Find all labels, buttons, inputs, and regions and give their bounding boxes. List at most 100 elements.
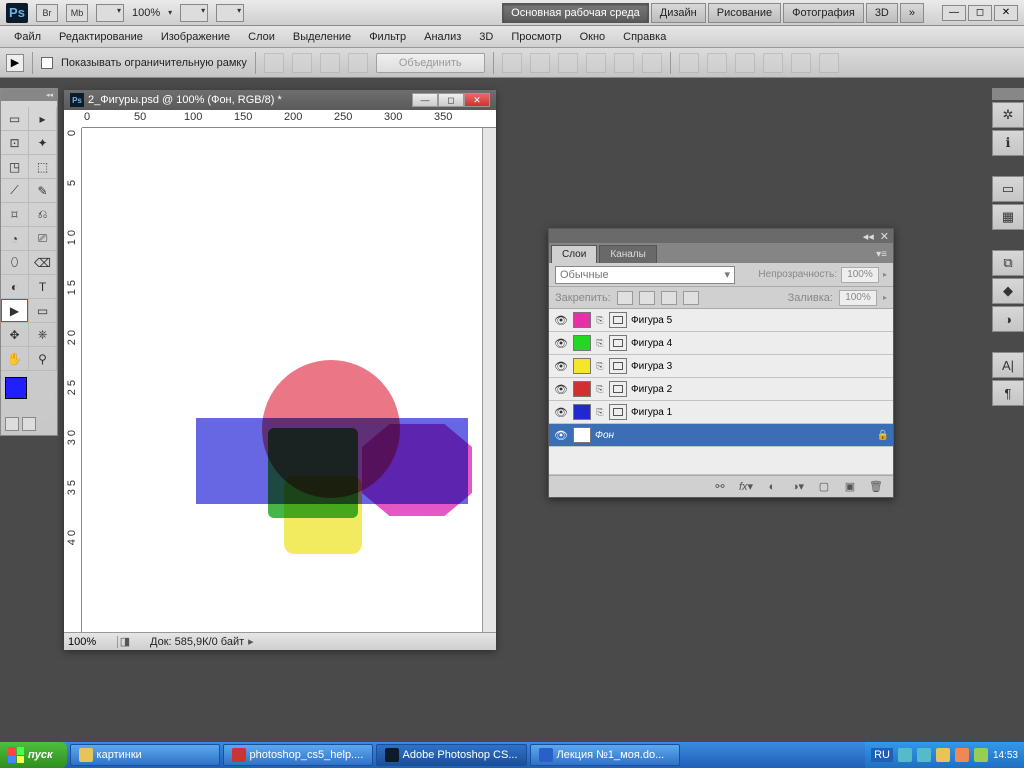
clock[interactable]: 14:53 [993, 750, 1018, 761]
adjustment-layer-icon[interactable]: ◑▾ [789, 479, 807, 495]
align-4[interactable] [586, 53, 606, 73]
doc-close-button[interactable]: ✕ [464, 93, 490, 107]
taskbar-item[interactable]: Лекция №1_моя.do... [530, 744, 680, 766]
vector-mask-thumb[interactable] [609, 335, 627, 351]
vector-mask-thumb[interactable] [609, 404, 627, 420]
trash-icon[interactable]: 🗑 [867, 479, 885, 495]
dist-2[interactable] [707, 53, 727, 73]
panel-collapse-icon[interactable]: ◂◂ [863, 230, 874, 243]
pathop-3[interactable] [320, 53, 340, 73]
dist-4[interactable] [763, 53, 783, 73]
blend-mode-dropdown[interactable]: Обычные [555, 266, 735, 284]
tool-3d[interactable]: ✥ [1, 323, 29, 347]
panel-close-icon[interactable]: ✕ [880, 230, 889, 243]
doc-status-info[interactable]: Док: 585,9К/0 байт [132, 636, 244, 648]
tool-eyedropper[interactable]: ⬚ [29, 155, 57, 179]
tool-wand[interactable]: ✦ [29, 131, 57, 155]
layer-name[interactable]: Фигура 2 [631, 384, 672, 395]
menu-select[interactable]: Выделение [285, 29, 359, 45]
minibridge-button[interactable]: Mb [66, 4, 88, 22]
maximize-button[interactable]: ◻ [968, 5, 992, 21]
menu-3d[interactable]: 3D [471, 29, 501, 45]
tray-icon[interactable] [974, 748, 988, 762]
tab-layers[interactable]: Слои [551, 245, 597, 263]
layer-row[interactable]: 👁 ⎘ Фигура 2 [549, 378, 893, 401]
tool-lasso[interactable]: ⊡ [1, 131, 29, 155]
layer-thumb[interactable] [573, 358, 591, 374]
visibility-icon[interactable]: 👁 [553, 405, 569, 419]
fill-field[interactable]: 100% [839, 290, 877, 306]
navigator-panel-icon[interactable]: ✲ [992, 102, 1024, 128]
doc-status-caret-icon[interactable]: ▸ [248, 635, 254, 648]
menu-edit[interactable]: Редактирование [51, 29, 151, 45]
workspace-photography[interactable]: Фотография [783, 3, 864, 23]
swatches-panel-icon[interactable]: ▦ [992, 204, 1024, 230]
screenmode-button[interactable] [22, 417, 36, 431]
menu-file[interactable]: Файл [6, 29, 49, 45]
doc-maximize-button[interactable]: ◻ [438, 93, 464, 107]
tool-path-select[interactable]: ▶ [1, 299, 29, 323]
tool-move[interactable]: ▭ [1, 107, 29, 131]
fill-caret-icon[interactable]: ▸ [883, 293, 887, 302]
language-indicator[interactable]: RU [871, 748, 893, 762]
close-button[interactable]: ✕ [994, 5, 1018, 21]
link-layers-icon[interactable]: ⚯ [711, 479, 729, 495]
tool-3d-camera[interactable]: ⎈ [29, 323, 57, 347]
arrange-docs-dropdown[interactable] [180, 4, 208, 22]
pathop-2[interactable] [292, 53, 312, 73]
pathop-1[interactable] [264, 53, 284, 73]
tool-pen[interactable]: ◐ [1, 275, 29, 299]
visibility-icon[interactable]: 👁 [553, 359, 569, 373]
visibility-icon[interactable]: 👁 [553, 336, 569, 350]
tool-eraser[interactable]: ◔ [1, 227, 29, 251]
screenmode-dropdown[interactable] [216, 4, 244, 22]
visibility-icon[interactable]: 👁 [553, 428, 569, 442]
layer-thumb[interactable] [573, 335, 591, 351]
tray-icon[interactable] [955, 748, 969, 762]
tool-history[interactable]: ⎌ [29, 203, 57, 227]
horizontal-ruler[interactable]: 0 50 100 150 200 250 300 350 [82, 110, 496, 128]
doc-minimize-button[interactable]: — [412, 93, 438, 107]
workspace-essentials[interactable]: Основная рабочая среда [502, 3, 649, 23]
align-2[interactable] [530, 53, 550, 73]
tool-hand[interactable]: ✋ [1, 347, 29, 371]
layer-thumb[interactable] [573, 427, 591, 443]
taskbar-item[interactable]: картинки [70, 744, 220, 766]
foreground-swatch[interactable] [5, 377, 27, 399]
paragraph-panel-icon[interactable]: ¶ [992, 380, 1024, 406]
start-button[interactable]: пуск [0, 742, 67, 768]
menu-view[interactable]: Просмотр [503, 29, 569, 45]
align-5[interactable] [614, 53, 634, 73]
vertical-scrollbar[interactable] [482, 128, 496, 632]
align-6[interactable] [642, 53, 662, 73]
zoom-caret-icon[interactable]: ▾ [168, 8, 172, 17]
lock-position-icon[interactable] [661, 291, 677, 305]
shape-yellow-square[interactable] [284, 476, 362, 554]
layer-row[interactable]: 👁 ⎘ Фигура 1 [549, 401, 893, 424]
layer-row-background[interactable]: 👁 Фон 🔒 [549, 424, 893, 447]
workspace-painting[interactable]: Рисование [708, 3, 781, 23]
panel-menu-icon[interactable]: ▾≡ [870, 246, 893, 263]
dist-3[interactable] [735, 53, 755, 73]
opacity-caret-icon[interactable]: ▸ [883, 270, 887, 279]
vertical-ruler[interactable]: 0 5 1 0 1 5 2 0 2 5 3 0 3 5 4 0 [64, 128, 82, 632]
tab-channels[interactable]: Каналы [599, 245, 657, 263]
canvas[interactable] [82, 128, 482, 632]
tool-gradient[interactable]: ⎚ [29, 227, 57, 251]
tray-icon[interactable] [936, 748, 950, 762]
menu-analysis[interactable]: Анализ [416, 29, 469, 45]
vector-mask-thumb[interactable] [609, 312, 627, 328]
tool-dodge[interactable]: ⌫ [29, 251, 57, 275]
tray-icon[interactable] [917, 748, 931, 762]
styles-panel-icon[interactable]: ◆ [992, 278, 1024, 304]
doc-zoom-field[interactable]: 100% [64, 636, 118, 648]
document-titlebar[interactable]: Ps 2_Фигуры.psd @ 100% (Фон, RGB/8) * — … [64, 90, 496, 110]
info-panel-icon[interactable]: ℹ [992, 130, 1024, 156]
lock-all-icon[interactable] [683, 291, 699, 305]
menu-layers[interactable]: Слои [240, 29, 283, 45]
mask-icon[interactable]: ◐ [763, 479, 781, 495]
minimize-button[interactable]: — [942, 5, 966, 21]
rdock-collapse-icon[interactable] [992, 88, 1024, 100]
dist-1[interactable] [679, 53, 699, 73]
layer-thumb[interactable] [573, 312, 591, 328]
